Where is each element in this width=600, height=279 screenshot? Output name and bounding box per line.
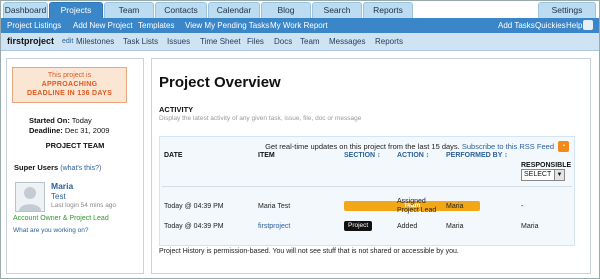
subnav-quickies[interactable]: Quickies: [535, 20, 566, 31]
app-window: Dashboard Projects Team Contacts Calenda…: [0, 0, 600, 279]
super-users-label: Super Users: [14, 163, 59, 172]
deadline-warning: This project is APPROACHING DEADLINE IN …: [12, 67, 127, 103]
row2-date: Today @ 04:39 PM: [164, 223, 224, 230]
chevron-down-icon: ▼: [554, 170, 564, 180]
deadline-warning-status: APPROACHING: [41, 81, 98, 88]
user-last-login: Last login 54 mins ago: [51, 202, 117, 209]
whats-this-link[interactable]: (what's this?): [60, 165, 101, 172]
activity-heading: ACTIVITY: [159, 105, 194, 114]
started-value: Today: [71, 116, 92, 125]
sort-icon: ↕: [377, 152, 381, 159]
tab-calendar[interactable]: Calendar: [208, 2, 260, 18]
project-dates: Started On: Today Deadline: Dec 31, 2009: [29, 116, 109, 136]
project-sidebar: This project is APPROACHING DEADLINE IN …: [6, 58, 144, 274]
project-menu-docs[interactable]: Docs: [274, 37, 292, 46]
row2-action: Added: [397, 223, 418, 230]
column-header-date: DATE: [164, 152, 183, 159]
activity-description: Display the latest activity of any given…: [159, 115, 362, 122]
column-header-item: ITEM: [258, 152, 275, 159]
project-menu-issues[interactable]: Issues: [167, 37, 190, 46]
project-name[interactable]: firstproject: [7, 36, 54, 46]
row1-action-line2: Project Lead: [397, 207, 437, 214]
tab-team[interactable]: Team: [104, 2, 154, 18]
responsible-select[interactable]: SELECT ▼: [521, 169, 565, 181]
sort-icon: ↕: [425, 152, 430, 159]
deadline-value: Dec 31, 2009: [64, 126, 110, 135]
user-silhouette-icon: [19, 187, 41, 211]
section-header-label: SECTION: [344, 152, 376, 159]
column-header-performed-by[interactable]: PERFORMED BY ↕: [446, 151, 508, 160]
row1-action-line1: Assigned: [397, 198, 426, 205]
row1-performed-by: Maria: [446, 203, 464, 210]
started-label: Started On:: [29, 116, 70, 125]
sub-navigation: Project Listings Add New Project Templat…: [1, 18, 599, 33]
rss-feed-line: Get real-time updates on this project fr…: [265, 142, 554, 151]
subnav-pending-tasks[interactable]: View My Pending Tasks: [185, 20, 269, 31]
project-menu-reports[interactable]: Reports: [375, 37, 403, 46]
row1-item: Maria Test: [258, 203, 291, 210]
column-header-section[interactable]: SECTION ↕: [344, 151, 381, 160]
sort-icon: ↕: [504, 152, 508, 159]
row2-performed-by: Maria: [446, 223, 464, 230]
user-role: Account Owner & Project Lead: [13, 215, 109, 222]
project-menu-team[interactable]: Team: [300, 37, 320, 46]
subnav-templates[interactable]: Templates: [138, 20, 174, 31]
row2-item-link[interactable]: firstproject: [258, 222, 290, 231]
rss-icon[interactable]: ◔: [558, 141, 569, 152]
deadline-warning-intro: This project is: [47, 72, 92, 79]
row1-responsible: -: [521, 203, 524, 210]
project-overview-panel: Project Overview ACTIVITY Display the la…: [151, 58, 591, 274]
column-header-action[interactable]: ACTION ↕: [397, 151, 429, 160]
status-badge: Project: [344, 221, 373, 231]
subnav-work-report[interactable]: My Work Report: [270, 20, 328, 31]
rss-subscribe-link[interactable]: Subscribe to this RSS Feed: [462, 142, 554, 151]
working-on-link[interactable]: What are you working on?: [13, 227, 89, 234]
subnav-add-new-project[interactable]: Add New Project: [73, 20, 133, 31]
tab-search[interactable]: Search: [312, 2, 362, 18]
performed-by-header-label: PERFORMED BY: [446, 152, 503, 159]
subnav-add-tasks[interactable]: Add Tasks: [498, 20, 535, 31]
tab-reports[interactable]: Reports: [363, 2, 413, 18]
table-divider: [162, 186, 572, 187]
user-first-name[interactable]: Maria: [51, 181, 73, 191]
tab-contacts[interactable]: Contacts: [155, 2, 207, 18]
tag-icon[interactable]: [583, 20, 593, 30]
responsible-select-value: SELECT: [524, 171, 552, 178]
main-tabs: Dashboard Projects Team Contacts Calenda…: [1, 1, 599, 18]
tab-settings[interactable]: Settings: [538, 2, 596, 18]
super-users-heading: Super Users (what's this?): [14, 163, 101, 172]
project-menu-milestones[interactable]: Milestones: [76, 37, 114, 46]
project-menu-time-sheet[interactable]: Time Sheet: [200, 37, 241, 46]
row2-responsible: Maria: [521, 223, 539, 230]
subnav-help[interactable]: Help: [566, 20, 582, 31]
row1-date: Today @ 04:39 PM: [164, 203, 224, 210]
project-menu-messages[interactable]: Messages: [329, 37, 365, 46]
user-last-name[interactable]: Test: [51, 192, 66, 201]
tab-dashboard[interactable]: Dashboard: [3, 2, 48, 18]
page-title: Project Overview: [159, 74, 281, 91]
subnav-project-listings[interactable]: Project Listings: [7, 20, 61, 31]
deadline-label: Deadline:: [29, 126, 63, 135]
project-menu-task-lists[interactable]: Task Lists: [123, 37, 158, 46]
deadline-warning-days: DEADLINE IN 136 DAYS: [26, 90, 113, 97]
project-team-heading: PROJECT TEAM: [45, 141, 105, 150]
row1-action: Assigned Project Lead: [397, 197, 436, 215]
project-menu-bar: firstproject edit Milestones Task Lists …: [1, 33, 599, 51]
project-menu-files[interactable]: Files: [247, 37, 264, 46]
tab-projects[interactable]: Projects: [49, 2, 103, 18]
avatar[interactable]: [15, 182, 45, 212]
history-note: Project History is permission-based. You…: [159, 248, 459, 255]
rss-feed-text: Get real-time updates on this project fr…: [265, 142, 460, 151]
tab-blog[interactable]: Blog: [261, 2, 311, 18]
project-edit-link[interactable]: edit: [62, 38, 73, 45]
action-header-label: ACTION: [397, 152, 424, 159]
